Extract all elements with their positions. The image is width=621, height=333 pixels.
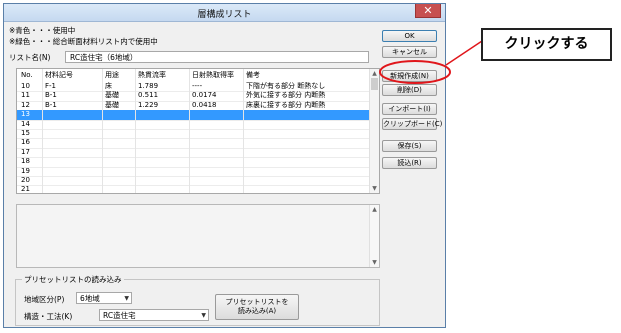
structure-value: RC造住宅 bbox=[103, 311, 136, 320]
import-button[interactable]: インポート(I) bbox=[382, 103, 437, 115]
remarks-scroll-down-icon[interactable]: ▼ bbox=[370, 258, 379, 267]
cell-solar-gain: ---- bbox=[192, 82, 203, 90]
remarks-area[interactable]: ▲ ▼ bbox=[16, 204, 380, 268]
cell-u-value: 1.229 bbox=[138, 100, 159, 109]
cell-no: 11 bbox=[21, 91, 30, 100]
col-material: 材料記号 bbox=[45, 71, 73, 79]
cell-material: B-1 bbox=[45, 100, 57, 109]
preset-group-title: プリセットリストの読み込み bbox=[22, 274, 124, 285]
title-bar: 層構成リスト ✕ bbox=[4, 4, 445, 22]
callout-pointer-line bbox=[445, 40, 483, 66]
region-select[interactable]: 6地域 ▼ bbox=[76, 292, 132, 304]
table-row[interactable]: 14 bbox=[17, 120, 370, 129]
cell-solar-gain: 0.0174 bbox=[192, 91, 217, 100]
col-u-value: 熱貫流率 bbox=[138, 71, 166, 79]
cell-u-value: 1.789 bbox=[138, 82, 159, 90]
cell-no: 18 bbox=[21, 157, 30, 166]
load-preset-button[interactable]: プリセットリストを 読み込み(A) bbox=[215, 294, 299, 320]
load-preset-line1: プリセットリストを bbox=[225, 298, 289, 306]
close-button[interactable]: ✕ bbox=[415, 4, 441, 18]
region-label: 地域区分(P) bbox=[24, 295, 65, 304]
remarks-scroll-up-icon[interactable]: ▲ bbox=[370, 205, 379, 214]
table-row[interactable]: 21 bbox=[17, 185, 370, 194]
cell-use: 床 bbox=[105, 82, 112, 90]
scroll-down-icon[interactable]: ▼ bbox=[370, 184, 379, 193]
clipboard-button[interactable]: クリップボード(C) bbox=[382, 118, 442, 130]
cell-u-value: 0.511 bbox=[138, 91, 159, 100]
cell-remarks: 床裏に接する部分 内断熱 bbox=[246, 100, 326, 109]
col-remarks: 備考 bbox=[246, 71, 260, 79]
col-solar-gain: 日射熱取得率 bbox=[192, 71, 234, 79]
chevron-down-icon: ▼ bbox=[124, 295, 129, 302]
region-value: 6地域 bbox=[80, 294, 100, 303]
list-name-input[interactable]: RC造住宅（6地域） bbox=[65, 51, 369, 63]
highlight-annotation bbox=[379, 40, 483, 84]
table-row[interactable]: 20 bbox=[17, 176, 370, 185]
cell-no: 21 bbox=[21, 185, 30, 194]
callout-text: クリックする bbox=[504, 36, 589, 52]
cell-material: B-1 bbox=[45, 91, 57, 100]
window-title: 層構成リスト bbox=[197, 10, 252, 20]
remarks-scrollbar[interactable]: ▲ ▼ bbox=[369, 205, 379, 267]
cell-no: 13 bbox=[21, 110, 30, 119]
cell-no: 19 bbox=[21, 166, 30, 175]
table-row[interactable]: 18 bbox=[17, 157, 370, 166]
highlight-circle bbox=[379, 60, 451, 84]
list-name-label: リスト名(N) bbox=[9, 53, 51, 62]
layer-table: No. 材料記号 用途 熱貫流率 日射熱取得率 備考 10 F-1 床 1.789 --… bbox=[16, 68, 380, 194]
table-row[interactable]: 15 bbox=[17, 129, 370, 138]
cell-remarks: 外気に接する部分 内断熱 bbox=[246, 91, 326, 100]
cell-material: F-1 bbox=[45, 82, 57, 90]
save-button[interactable]: 保存(S) bbox=[382, 140, 437, 152]
table-row[interactable]: 16 bbox=[17, 138, 370, 147]
chevron-down-icon: ▼ bbox=[201, 312, 206, 319]
cell-use: 基礎 bbox=[105, 100, 119, 109]
callout-box: クリックする bbox=[481, 28, 612, 61]
cell-remarks: 下階が有る部分 断熱なし bbox=[246, 82, 326, 90]
col-no: No. bbox=[21, 71, 33, 79]
table-row[interactable]: 11 B-1 基礎 0.511 0.0174 外気に接する部分 内断熱 bbox=[17, 91, 370, 100]
note-blue: ※青色・・・使用中 bbox=[9, 26, 76, 35]
table-row[interactable]: 10 F-1 床 1.789 ---- 下階が有る部分 断熱なし bbox=[17, 82, 370, 91]
cell-no: 10 bbox=[21, 82, 30, 90]
table-row[interactable]: 17 bbox=[17, 148, 370, 157]
load-preset-line2: 読み込み(A) bbox=[237, 307, 277, 315]
structure-label: 構造・工法(K) bbox=[24, 312, 73, 321]
table-header: No. 材料記号 用途 熱貫流率 日射熱取得率 備考 bbox=[17, 71, 370, 81]
table-row[interactable]: 12 B-1 基礎 1.229 0.0418 床裏に接する部分 内断熱 bbox=[17, 101, 370, 110]
cell-no: 20 bbox=[21, 176, 30, 184]
structure-select[interactable]: RC造住宅 ▼ bbox=[99, 309, 209, 321]
note-green: ※緑色・・・総合断面材料リスト内で使用中 bbox=[9, 37, 158, 46]
load-button[interactable]: 読込(R) bbox=[382, 157, 437, 169]
table-row[interactable]: 13 bbox=[17, 110, 370, 120]
table-row[interactable]: 19 bbox=[17, 167, 370, 176]
cell-no: 16 bbox=[21, 138, 30, 147]
cell-no: 17 bbox=[21, 147, 30, 156]
cell-use: 基礎 bbox=[105, 91, 119, 100]
cell-no: 12 bbox=[21, 100, 30, 109]
cell-no: 15 bbox=[21, 129, 30, 137]
cell-no: 14 bbox=[21, 119, 30, 128]
col-use: 用途 bbox=[105, 71, 119, 79]
cell-solar-gain: 0.0418 bbox=[192, 100, 217, 109]
